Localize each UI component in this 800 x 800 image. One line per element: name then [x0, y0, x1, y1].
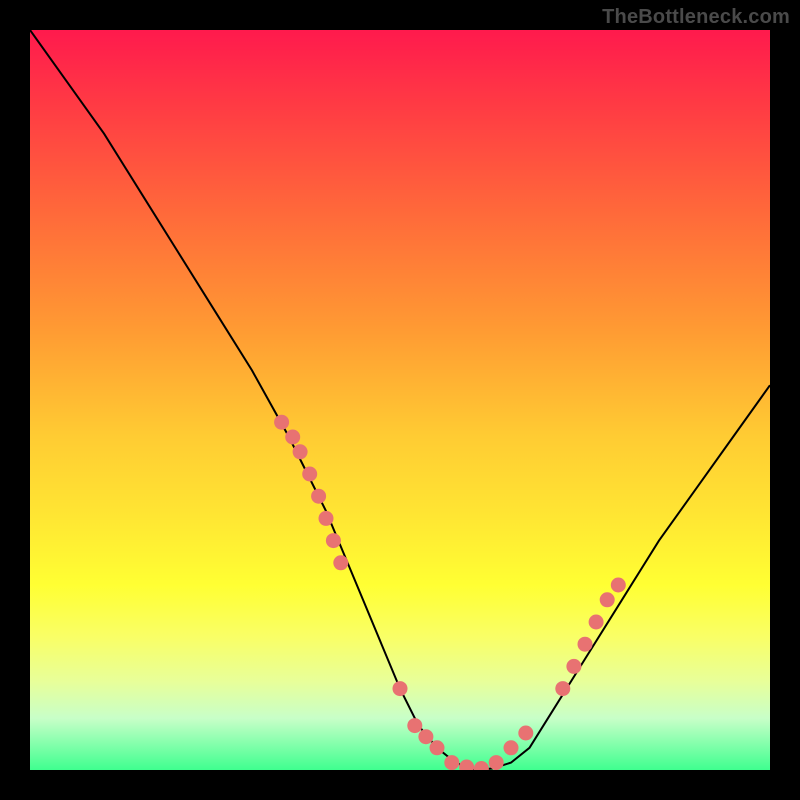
watermark-text: TheBottleneck.com [602, 6, 790, 29]
plot-area [30, 30, 770, 770]
highlight-dot [566, 659, 581, 674]
highlight-dot [293, 444, 308, 459]
highlight-dot [504, 740, 519, 755]
highlight-dot [589, 615, 604, 630]
highlight-dot [393, 681, 408, 696]
highlight-dots-left [274, 415, 348, 571]
bottleneck-curve [30, 30, 770, 770]
highlight-dot [311, 489, 326, 504]
highlight-dots-bottom [393, 681, 534, 770]
highlight-dot [430, 740, 445, 755]
highlight-dot [555, 681, 570, 696]
highlight-dot [444, 755, 459, 770]
highlight-dot [285, 430, 300, 445]
highlight-dot [474, 761, 489, 770]
chart-frame: TheBottleneck.com [0, 0, 800, 800]
highlight-dot [578, 637, 593, 652]
highlight-dot [333, 555, 348, 570]
highlight-dot [274, 415, 289, 430]
highlight-dot [518, 726, 533, 741]
highlight-dot [319, 511, 334, 526]
highlight-dot [418, 729, 433, 744]
chart-svg [30, 30, 770, 770]
highlight-dot [407, 718, 422, 733]
highlight-dot [489, 755, 504, 770]
highlight-dot [611, 578, 626, 593]
highlight-dot [302, 467, 317, 482]
highlight-dot [600, 592, 615, 607]
highlight-dots-right [555, 578, 626, 697]
highlight-dot [459, 760, 474, 771]
highlight-dot [326, 533, 341, 548]
